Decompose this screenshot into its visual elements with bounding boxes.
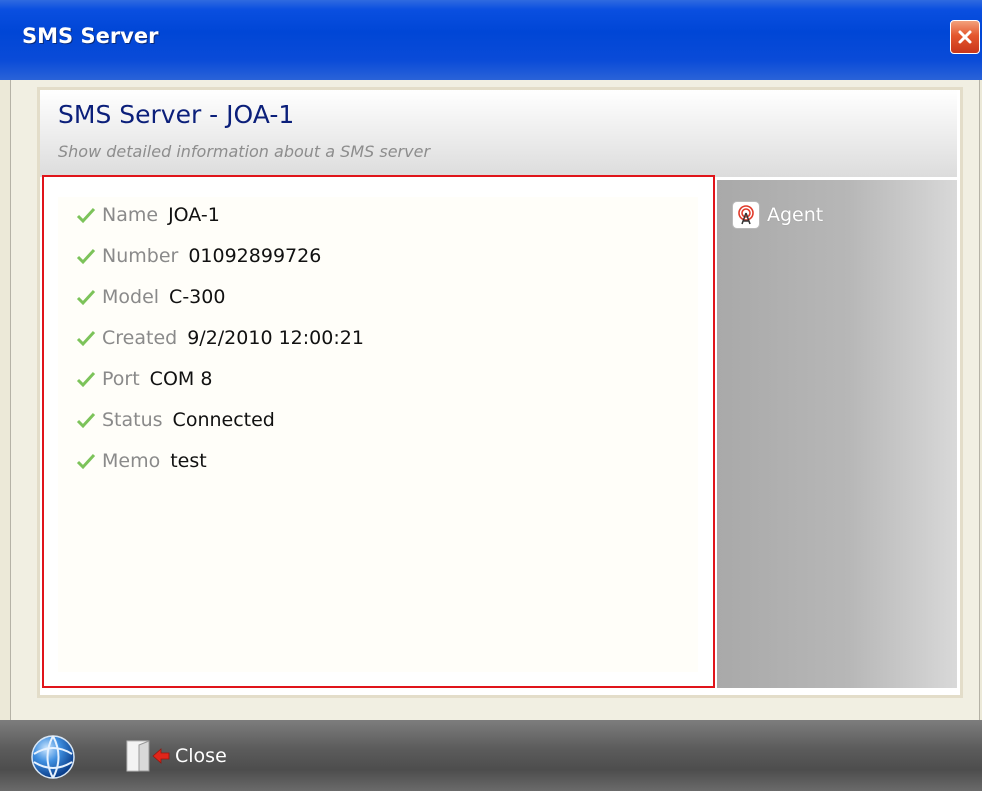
window-close-button[interactable] [950,20,980,54]
detail-value: 01092899726 [188,245,322,267]
detail-value: test [170,450,207,472]
antenna-icon [733,202,759,228]
detail-row-memo: Memo test [76,447,207,475]
detail-row-status: Status Connected [76,406,275,434]
detail-row-name: Name JOA-1 [76,201,220,229]
check-icon [76,207,96,224]
detail-row-port: Port COM 8 [76,365,212,393]
close-label: Close [175,745,227,767]
detail-row-model: Model C-300 [76,283,225,311]
detail-label: Port [102,368,140,390]
detail-value: JOA-1 [168,204,220,226]
detail-label: Memo [102,450,161,472]
exit-door-icon [126,740,170,772]
close-icon [958,30,972,44]
page-title: SMS Server - JOA-1 [58,100,295,129]
detail-label: Created [102,327,178,349]
detail-value: COM 8 [149,368,213,390]
close-button[interactable]: Close [125,738,227,774]
detail-label: Name [102,204,159,226]
page-header: SMS Server - JOA-1 Show detailed informa… [40,90,957,177]
detail-row-created: Created 9/2/2010 12:00:21 [76,324,364,352]
detail-value: 9/2/2010 12:00:21 [187,327,364,349]
detail-row-number: Number 01092899726 [76,242,321,270]
check-icon [76,289,96,306]
footer-bar: Close [0,720,982,791]
page-subtitle: Show detailed information about a SMS se… [58,142,431,161]
check-icon [76,330,96,347]
check-icon [76,412,96,429]
detail-label: Status [102,409,163,431]
agent-link[interactable]: Agent [733,202,823,228]
dialog-window: SMS Server SMS Server - JOA-1 Show detai… [0,0,982,791]
title-bar: SMS Server [0,0,982,80]
detail-label: Number [102,245,179,267]
window-title: SMS Server [22,24,159,48]
detail-label: Model [102,286,160,308]
check-icon [76,453,96,470]
detail-value: C-300 [169,286,226,308]
check-icon [76,248,96,265]
check-icon [76,371,96,388]
details-panel: Name JOA-1 Number 01092899726 Model C-30… [42,175,715,688]
detail-value: Connected [172,409,275,431]
globe-icon[interactable] [30,734,76,780]
side-panel: Agent [717,180,957,688]
agent-label: Agent [767,204,824,226]
details-list: Name JOA-1 Number 01092899726 Model C-30… [58,197,698,672]
